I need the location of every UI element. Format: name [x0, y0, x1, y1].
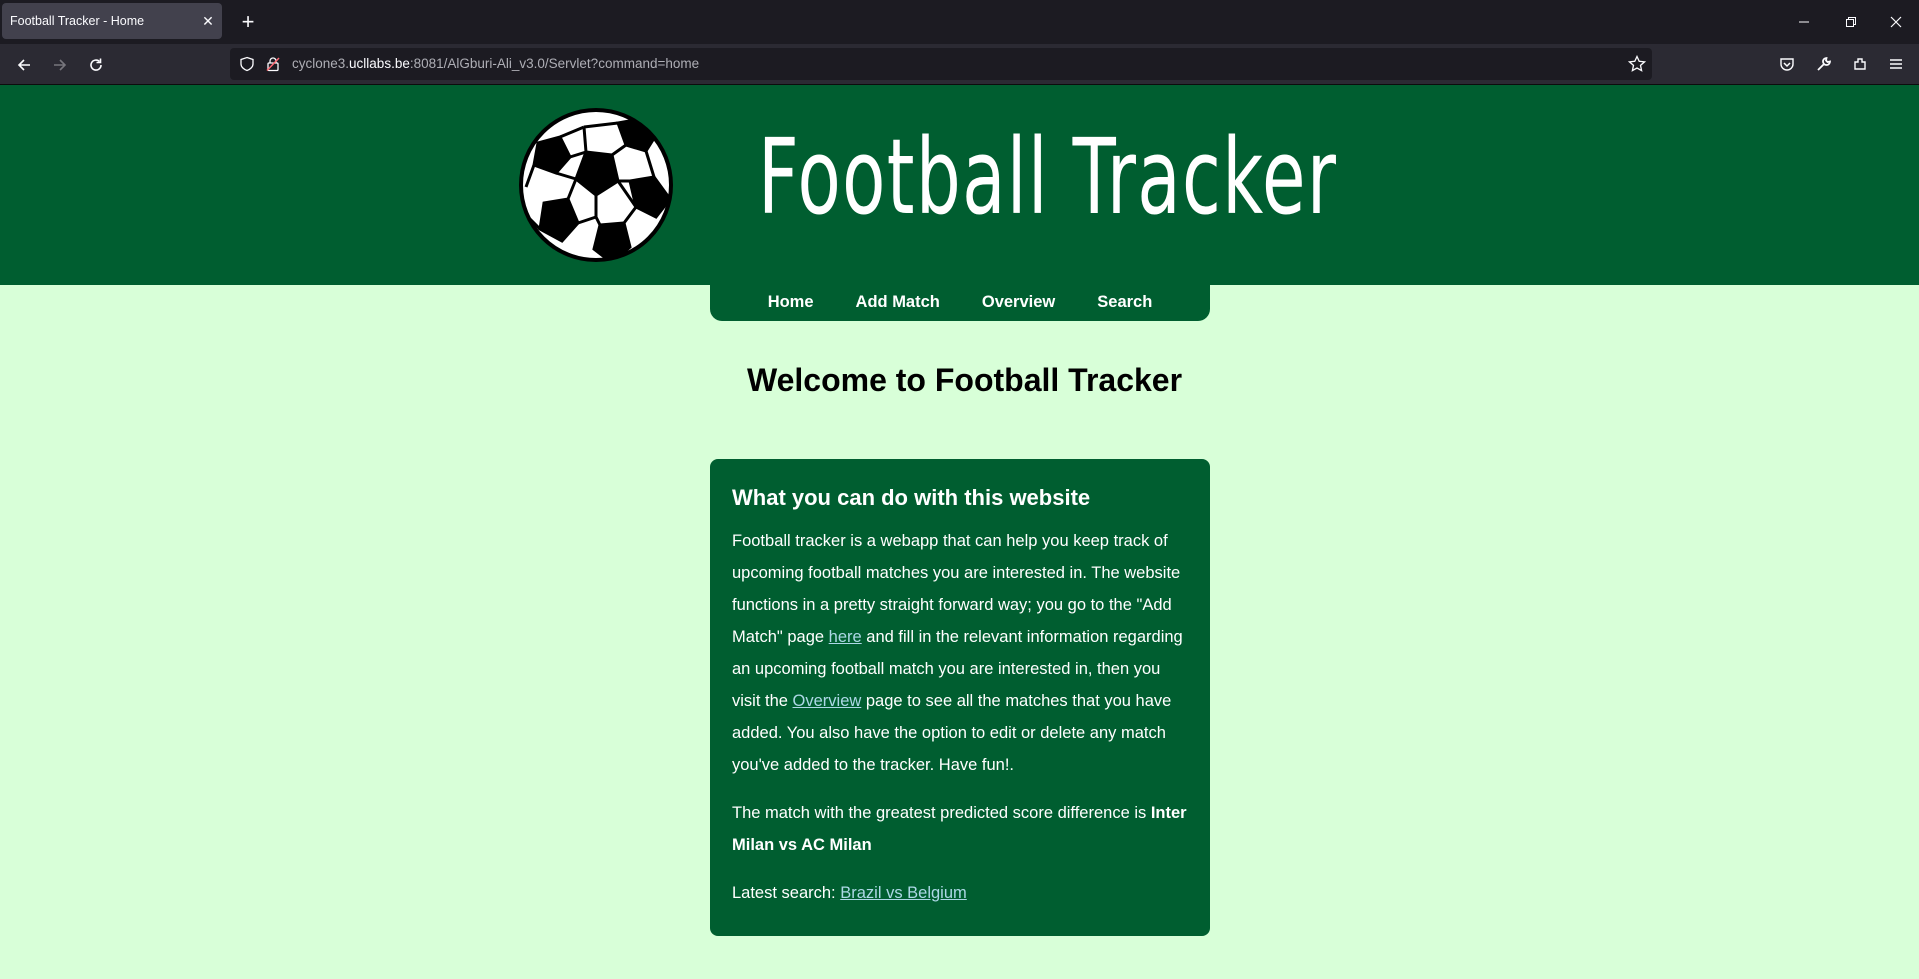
browser-tab-bar: Football Tracker - Home ✕ + [0, 0, 1919, 44]
minimize-icon[interactable] [1782, 8, 1826, 36]
card-intro: Football tracker is a webapp that can he… [732, 525, 1188, 781]
nav-overview[interactable]: Overview [982, 293, 1055, 312]
browser-toolbar: cyclone3.ucllabs.be:8081/AlGburi-Ali_v3.… [0, 44, 1919, 85]
restore-icon[interactable] [1829, 8, 1873, 36]
extensions-icon[interactable] [1850, 54, 1870, 74]
insecure-lock-icon[interactable] [264, 55, 282, 73]
nav-home[interactable]: Home [768, 293, 814, 312]
score-difference: The match with the greatest predicted sc… [732, 797, 1188, 861]
wrench-icon[interactable] [1814, 54, 1834, 74]
site-header: Football Tracker [0, 85, 1919, 285]
bookmark-star-icon[interactable] [1628, 55, 1646, 73]
menu-hamburger-icon[interactable] [1886, 54, 1906, 74]
info-card: What you can do with this website Footba… [710, 459, 1210, 936]
card-heading: What you can do with this website [732, 485, 1091, 510]
football-logo-icon [519, 108, 673, 262]
browser-tab[interactable]: Football Tracker - Home ✕ [2, 3, 222, 39]
page-title: Welcome to Football Tracker [746, 362, 1183, 398]
url-text[interactable]: cyclone3.ucllabs.be:8081/AlGburi-Ali_v3.… [292, 56, 699, 71]
latest-search-link[interactable]: Brazil vs Belgium [840, 884, 967, 902]
site-nav: Home Add Match Overview Search [710, 284, 1210, 321]
shield-icon[interactable] [238, 55, 256, 73]
site-title: Football Tracker [758, 116, 1338, 238]
close-window-icon[interactable] [1874, 8, 1918, 36]
reload-icon[interactable] [81, 50, 111, 80]
url-rest: :8081/AlGburi-Ali_v3.0/Servlet?command=h… [409, 56, 700, 71]
nav-search[interactable]: Search [1097, 293, 1152, 312]
url-bar[interactable]: cyclone3.ucllabs.be:8081/AlGburi-Ali_v3.… [230, 48, 1652, 80]
latest-search: Latest search: Brazil vs Belgium [732, 877, 1188, 909]
pocket-icon[interactable] [1777, 54, 1797, 74]
url-prefix: cyclone3. [292, 56, 350, 71]
url-domain: ucllabs.be [349, 56, 410, 71]
forward-icon[interactable] [45, 50, 75, 80]
nav-add-match[interactable]: Add Match [856, 293, 940, 312]
tab-title: Football Tracker - Home [10, 14, 145, 28]
latest-search-label: Latest search: [732, 884, 841, 902]
score-difference-label: The match with the greatest predicted sc… [732, 804, 1151, 822]
overview-link[interactable]: Overview [793, 692, 862, 710]
here-link[interactable]: here [829, 628, 862, 646]
new-tab-icon[interactable]: + [234, 8, 262, 36]
tab-close-icon[interactable]: ✕ [194, 13, 222, 30]
back-icon[interactable] [9, 50, 39, 80]
